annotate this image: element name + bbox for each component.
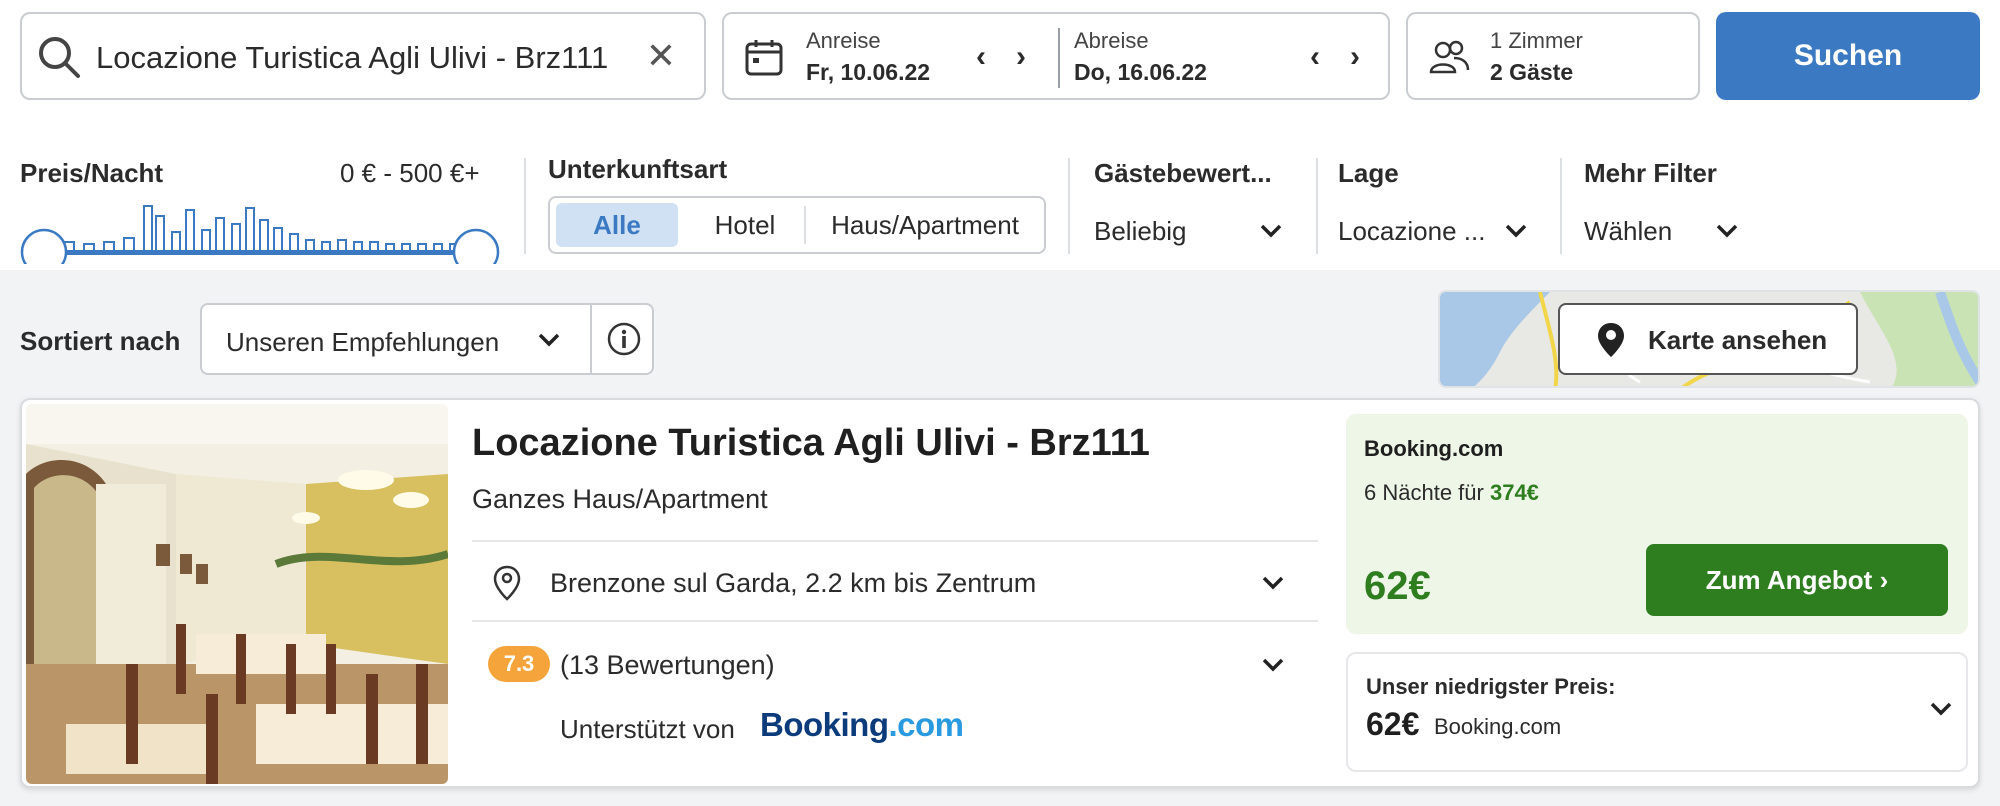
location-filter-title: Lage	[1338, 158, 1399, 188]
view-map-label: Karte ansehen	[1648, 325, 1828, 355]
type-option-apartment[interactable]: Haus/Apartment	[808, 203, 1042, 247]
guests-field[interactable]: 1 Zimmer 2 Gäste	[1406, 12, 1700, 100]
type-option-all[interactable]: Alle	[556, 203, 678, 247]
chevron-down-icon	[1716, 224, 1738, 238]
price-slider[interactable]	[20, 184, 500, 264]
date-separator	[1058, 28, 1060, 88]
guests-count: 2 Gäste	[1490, 59, 1574, 85]
chevron-down-icon	[1260, 224, 1282, 238]
booking-logo: Booking.com	[760, 706, 964, 744]
search-input[interactable]: Locazione Turistica Agli Ulivi - Brz111	[96, 40, 608, 76]
filter-divider	[1560, 158, 1562, 254]
filter-bar: Preis/Nacht 0 € - 500 €+ Unterkunftsart …	[0, 140, 2000, 268]
search-button[interactable]: Suchen	[1716, 12, 1980, 100]
arrival-next-button[interactable]: ›	[1016, 40, 1026, 74]
search-field[interactable]: Locazione Turistica Agli Ulivi - Brz111 …	[20, 12, 706, 100]
filter-divider	[1068, 158, 1070, 254]
offer-box: Booking.com 6 Nächte für 374€ 62€ Zum An…	[1346, 414, 1968, 634]
view-deal-label: Zum Angebot	[1705, 565, 1873, 595]
brand-suffix: .com	[888, 706, 964, 743]
offer-nights: 6 Nächte für 374€	[1364, 480, 1539, 506]
chevron-right-icon: ›	[1879, 565, 1889, 595]
rating-filter-title: Gästebewert...	[1094, 158, 1272, 188]
users-icon	[1429, 40, 1470, 74]
rating-filter-value: Beliebig	[1094, 216, 1187, 246]
property-photo[interactable]	[26, 404, 448, 784]
view-deal-button[interactable]: Zum Angebot ›	[1646, 544, 1948, 616]
chevron-down-icon[interactable]	[1262, 658, 1284, 672]
arrival-date[interactable]: Anreise Fr, 10.06.22	[806, 28, 930, 86]
close-icon[interactable]: ✕	[646, 34, 676, 78]
lowest-price-provider: Booking.com	[1434, 714, 1562, 739]
lowest-price-title: Unser niedrigster Preis:	[1366, 674, 1616, 699]
chevron-down-icon	[1505, 224, 1527, 238]
calendar-icon	[745, 40, 783, 76]
brand-name: Booking	[760, 706, 889, 743]
divider	[472, 620, 1318, 622]
rooms-count: 1 Zimmer	[1490, 28, 1583, 53]
departure-prev-button[interactable]: ‹	[1310, 40, 1320, 74]
type-filter-segment: Alle Hotel Haus/Apartment	[548, 196, 1046, 254]
sort-dropdown[interactable]: Unseren Empfehlungen	[200, 303, 654, 375]
property-title[interactable]: Locazione Turistica Agli Ulivi - Brz111	[472, 422, 1150, 465]
sort-label: Sortiert nach	[20, 326, 181, 356]
chevron-down-icon[interactable]	[1262, 576, 1284, 590]
filter-divider	[1316, 158, 1318, 254]
sort-value: Unseren Empfehlungen	[226, 327, 500, 357]
lowest-price-box[interactable]: Unser niedrigster Preis: 62€ Booking.com	[1346, 652, 1968, 772]
departure-next-button[interactable]: ›	[1350, 40, 1360, 74]
supported-by-label: Unterstützt von	[560, 714, 735, 744]
filter-divider	[524, 158, 526, 254]
property-type: Ganzes Haus/Apartment	[472, 484, 768, 514]
view-map-button[interactable]: Karte ansehen	[1558, 303, 1858, 375]
more-filters-value: Wählen	[1584, 216, 1673, 246]
departure-label: Abreise	[1074, 28, 1149, 53]
rating-badge: 7.3	[488, 646, 550, 682]
departure-date[interactable]: Abreise Do, 16.06.22	[1074, 28, 1207, 86]
arrival-prev-button[interactable]: ‹	[976, 40, 986, 74]
offer-provider: Booking.com	[1364, 436, 1504, 461]
sort-separator	[590, 305, 592, 373]
lowest-price-value: 62€	[1366, 706, 1420, 742]
more-filters-title: Mehr Filter	[1584, 158, 1717, 188]
offer-nights-text: 6 Nächte für	[1364, 480, 1484, 505]
chevron-down-icon	[538, 333, 560, 347]
departure-value: Do, 16.06.22	[1074, 59, 1207, 85]
search-icon	[39, 37, 80, 78]
info-icon[interactable]	[606, 321, 642, 357]
result-card[interactable]: Locazione Turistica Agli Ulivi - Brz111 …	[20, 398, 1980, 788]
offer-nights-price: 374€	[1489, 480, 1539, 505]
price-slider-max-handle[interactable]	[452, 228, 500, 264]
chevron-down-icon[interactable]	[1930, 702, 1952, 716]
location-filter-value: Locazione ...	[1338, 216, 1486, 246]
type-filter-title: Unterkunftsart	[548, 154, 728, 184]
type-option-hotel[interactable]: Hotel	[686, 203, 804, 247]
divider	[472, 540, 1318, 542]
arrival-label: Anreise	[806, 28, 881, 53]
arrival-value: Fr, 10.06.22	[806, 59, 931, 85]
price-slider-min-handle[interactable]	[20, 228, 68, 264]
reviews-count[interactable]: (13 Bewertungen)	[560, 650, 775, 681]
map-pin-icon	[1598, 323, 1624, 357]
date-picker[interactable]: Anreise Fr, 10.06.22 ‹ › Abreise Do, 16.…	[722, 12, 1390, 100]
restaurant-photo	[26, 404, 448, 784]
property-location: Brenzone sul Garda, 2.2 km bis Zentrum	[550, 568, 1037, 598]
offer-price: 62€	[1364, 564, 1431, 608]
location-pin-icon	[493, 565, 521, 601]
segment-divider	[804, 206, 806, 244]
